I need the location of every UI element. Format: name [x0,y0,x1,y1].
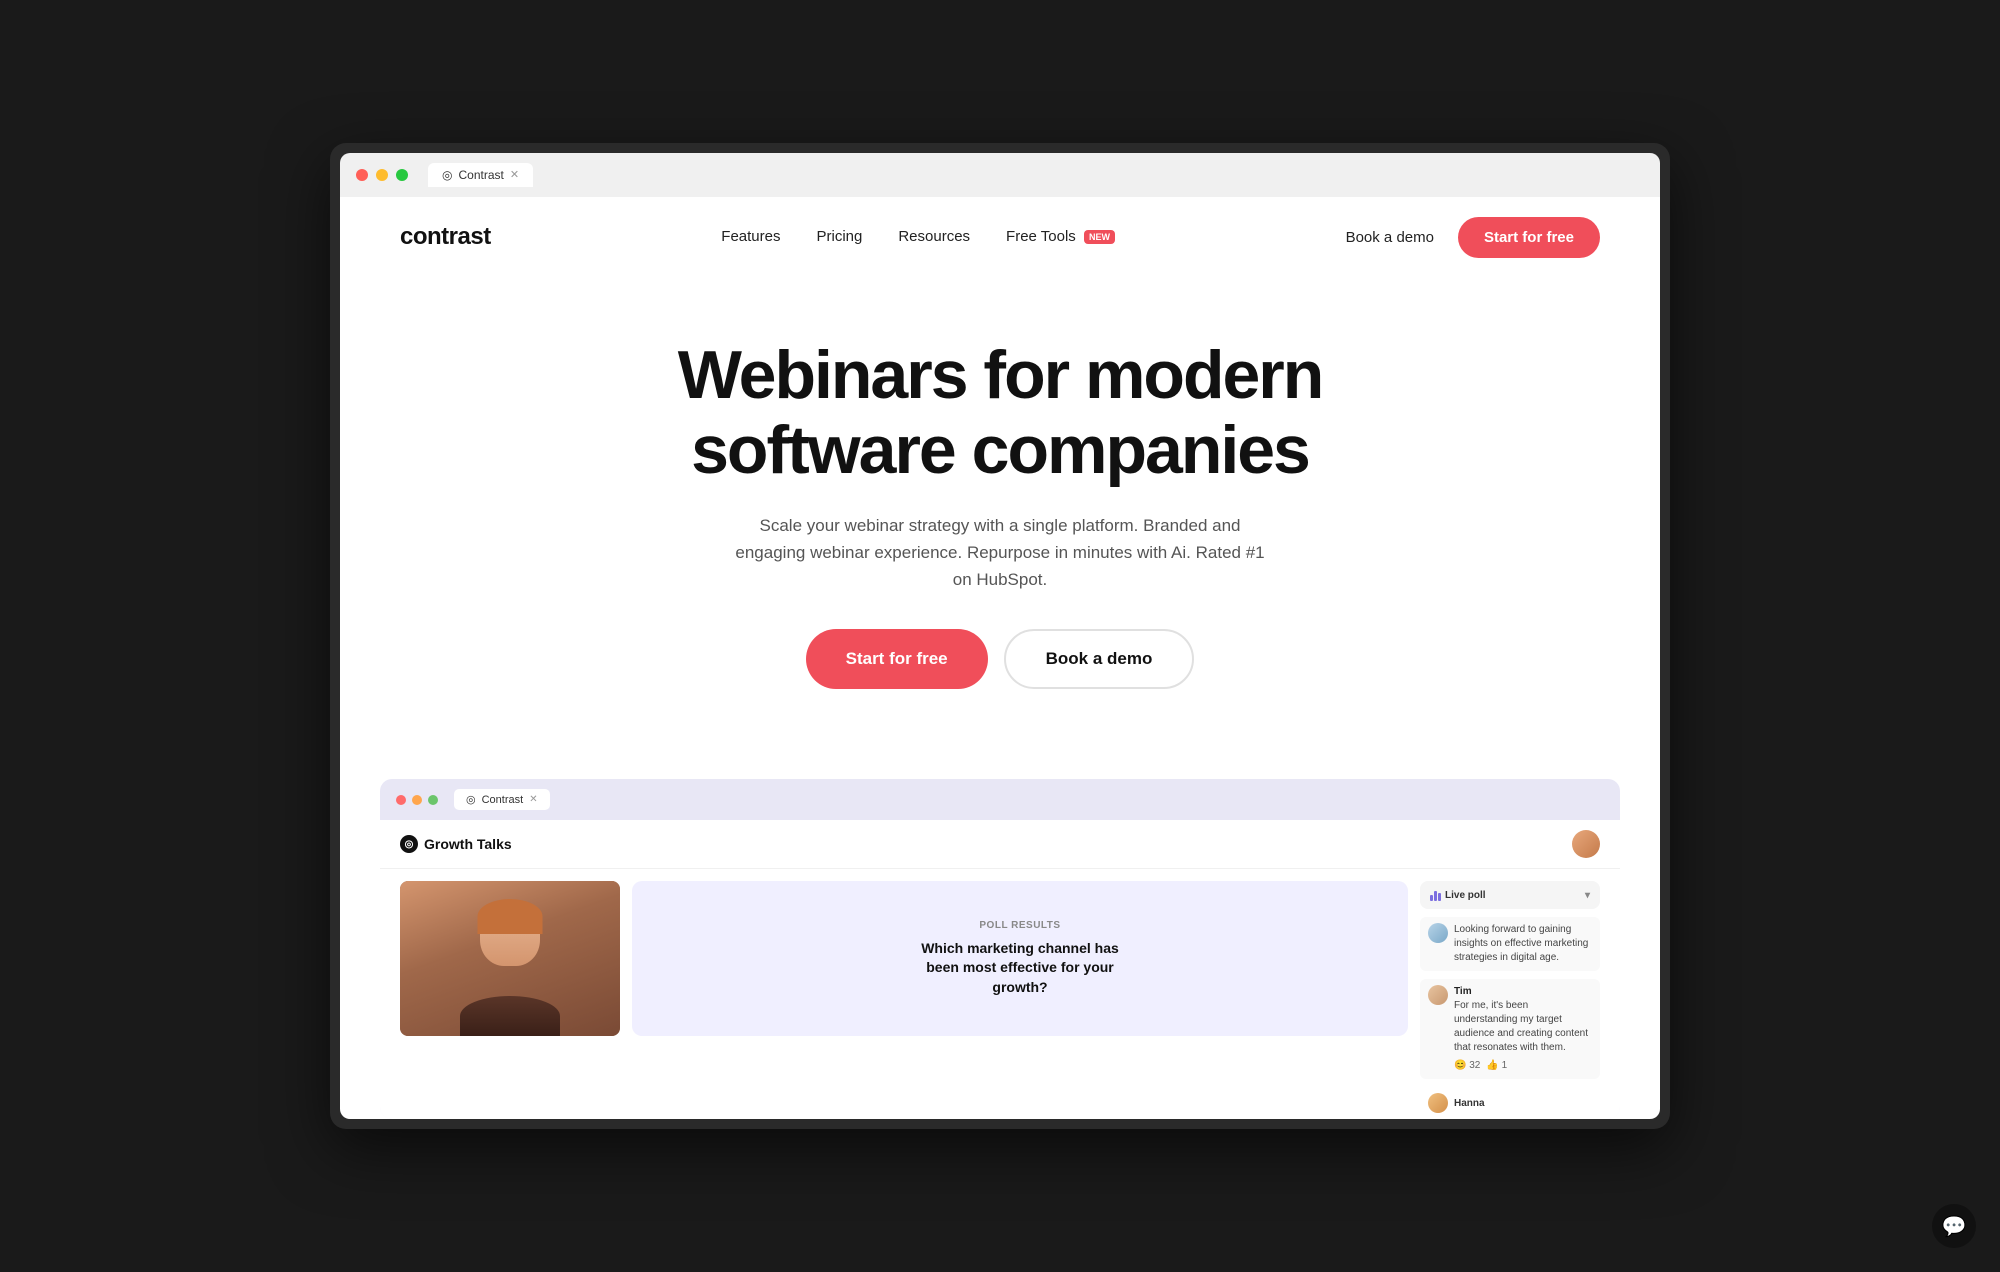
nav-item-free-tools[interactable]: Free Tools new [1006,228,1115,246]
chevron-down-icon: ▾ [1585,890,1590,901]
video-person [400,881,620,1036]
logo[interactable]: contrast [400,223,491,251]
chat-widget[interactable]: 💬 [1932,1204,1976,1248]
browser-tab[interactable]: ◎ Contrast ✕ [428,163,533,187]
mockup-dot-red [396,795,406,805]
page-content: contrast Features Pricing Resources Free… [340,197,1660,1119]
hero-book-demo-button[interactable]: Book a demo [1004,629,1195,689]
hanna-avatar [1428,1093,1448,1113]
hero-headline: Webinars for modern software companies [650,338,1350,488]
sidebar-live-icon: Live poll [1430,889,1486,901]
chat-message-1: Looking forward to gaining insights on e… [1420,917,1600,971]
nav-item-pricing[interactable]: Pricing [816,228,862,246]
mockup-avatar [1572,830,1600,858]
sidebar-live-poll: Live poll ▾ [1420,881,1600,909]
nav-link-features[interactable]: Features [721,228,780,245]
nav-actions: Book a demo Start for free [1346,217,1600,258]
mockup-tab-icon: ◎ [466,793,476,806]
mockup-dot-green [428,795,438,805]
live-poll-label: Live poll [1445,890,1486,901]
reaction-2: 👍 1 [1486,1059,1507,1073]
hero-section: Webinars for modern software companies S… [340,278,1660,779]
hanna-name: Hanna [1454,1098,1485,1109]
mockup-browser-tab: ◎ Contrast ✕ [454,789,550,810]
person-hair [478,899,543,934]
mockup-video [400,881,620,1036]
tab-label: Contrast [458,168,503,182]
traffic-light-yellow[interactable] [376,169,388,181]
mockup-logo-icon: ◎ [400,835,418,853]
mockup-dot-yellow [412,795,422,805]
book-demo-nav-button[interactable]: Book a demo [1346,229,1434,246]
mockup-logo: ◎ Growth Talks [400,835,512,853]
mockup-sidebar: Live poll ▾ Looking forward to gaining i… [1420,881,1600,1119]
mockup-tab-label: Contrast [482,794,524,806]
chat-text-2: For me, it's been understanding my targe… [1454,1000,1588,1053]
chat-name-2: Tim [1454,985,1592,999]
mockup-chrome: ◎ Contrast ✕ [380,779,1620,820]
hero-start-free-button[interactable]: Start for free [806,629,988,689]
start-free-nav-button[interactable]: Start for free [1458,217,1600,258]
mockup-header: ◎ Growth Talks [380,820,1620,869]
nav-link-free-tools[interactable]: Free Tools new [1006,228,1115,245]
person-shoulder [460,996,560,1036]
chat-message-2: Tim For me, it's been understanding my t… [1420,979,1600,1079]
chat-widget-icon: 💬 [1942,1214,1967,1239]
hero-subtext: Scale your webinar strategy with a singl… [730,512,1270,594]
tab-icon: ◎ [442,168,452,182]
tab-close-icon[interactable]: ✕ [510,168,519,181]
chat-avatar-2 [1428,985,1448,1005]
mockup-main-area: POLL RESULTS Which marketing channel has… [380,869,1620,1119]
hanna-row: Hanna [1420,1087,1600,1119]
nav-link-resources[interactable]: Resources [898,228,970,245]
poll-question: Which marketing channel has been most ef… [910,939,1130,998]
nav-item-resources[interactable]: Resources [898,228,970,246]
mockup-logo-text: Growth Talks [424,836,512,852]
traffic-light-red[interactable] [356,169,368,181]
browser-mockup: ◎ Contrast ✕ ◎ Growth Talks [380,779,1620,1119]
chat-text-1: Looking forward to gaining insights on e… [1454,923,1592,965]
mockup-poll-area: POLL RESULTS Which marketing channel has… [632,881,1408,1036]
screen-wrapper: ◎ Contrast ✕ contrast Features Pricing R… [330,143,1670,1129]
poll-label: POLL RESULTS [979,920,1060,931]
browser-chrome: ◎ Contrast ✕ [340,153,1660,197]
reaction-1: 😊 32 [1454,1059,1480,1073]
chat-content-2: Tim For me, it's been understanding my t… [1454,985,1592,1073]
new-badge: new [1084,230,1115,244]
mockup-page: ◎ Growth Talks [380,820,1620,1119]
nav-links: Features Pricing Resources Free Tools ne… [721,228,1115,246]
chat-reactions: 😊 32 👍 1 [1454,1059,1592,1073]
chat-avatar-1 [1428,923,1448,943]
bar-chart-icon [1430,889,1441,901]
navigation: contrast Features Pricing Resources Free… [340,197,1660,278]
mockup-tab-close-icon: ✕ [529,794,537,805]
traffic-light-green[interactable] [396,169,408,181]
nav-item-features[interactable]: Features [721,228,780,246]
hero-buttons: Start for free Book a demo [380,629,1620,689]
nav-link-pricing[interactable]: Pricing [816,228,862,245]
